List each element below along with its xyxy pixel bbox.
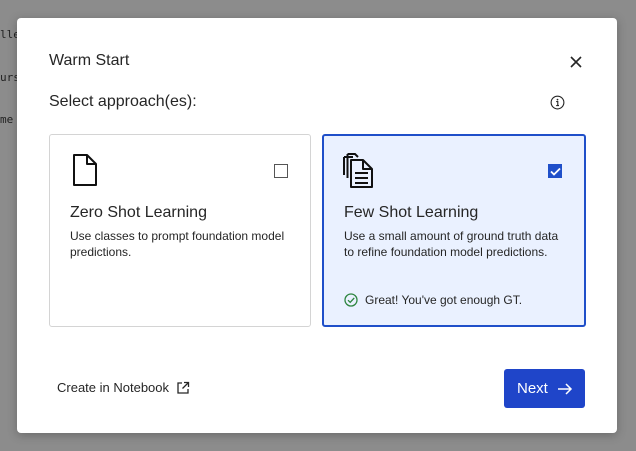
dialog-title: Warm Start <box>49 52 130 69</box>
zero-shot-title: Zero Shot Learning <box>70 204 207 221</box>
gt-status-text: Great! You've got enough GT. <box>365 293 523 307</box>
create-in-notebook-link[interactable]: Create in Notebook <box>57 380 190 395</box>
create-in-notebook-label: Create in Notebook <box>57 380 170 395</box>
check-circle-icon <box>344 293 358 307</box>
background-text-3: me <box>0 113 14 126</box>
checkmark-icon <box>549 167 561 176</box>
next-button[interactable]: Next <box>504 369 585 408</box>
info-button[interactable] <box>548 93 566 111</box>
arrow-right-icon <box>557 382 573 395</box>
few-shot-checkbox[interactable] <box>548 164 562 178</box>
few-shot-title: Few Shot Learning <box>344 204 479 221</box>
zero-shot-description: Use classes to prompt foundation model p… <box>70 229 285 259</box>
documents-stack-icon <box>343 153 373 188</box>
zero-shot-checkbox[interactable] <box>274 164 288 178</box>
document-icon <box>73 154 97 186</box>
info-icon <box>550 95 564 109</box>
warm-start-dialog: Warm Start Select approach(es): Zero Sho… <box>17 18 617 433</box>
external-link-icon <box>176 381 190 395</box>
gt-status: Great! You've got enough GT. <box>344 293 522 307</box>
zero-shot-card[interactable]: Zero Shot Learning Use classes to prompt… <box>49 134 311 327</box>
next-label: Next <box>517 380 548 397</box>
close-icon <box>570 56 582 68</box>
few-shot-card[interactable]: Few Shot Learning Use a small amount of … <box>322 134 586 327</box>
select-approach-label: Select approach(es): <box>49 93 197 110</box>
close-button[interactable] <box>566 52 586 72</box>
few-shot-description: Use a small amount of ground truth data … <box>344 229 559 259</box>
